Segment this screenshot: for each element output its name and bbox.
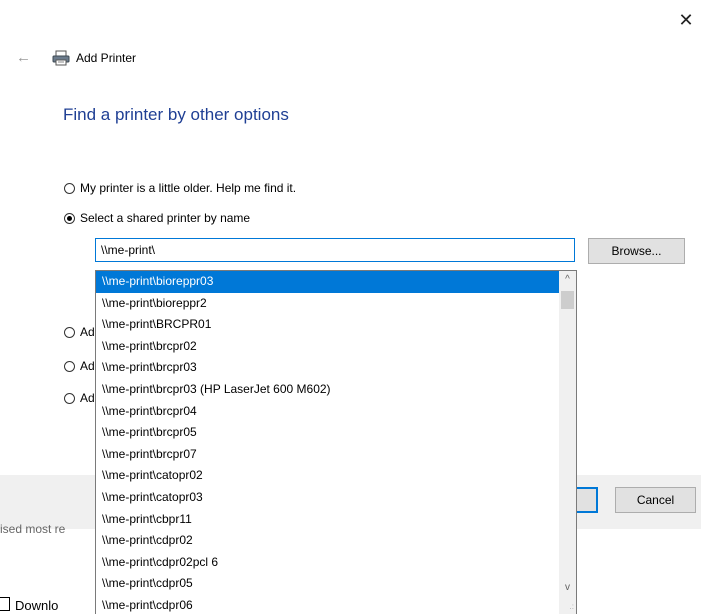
scrollbar-thumb[interactable] — [561, 291, 574, 309]
radio-button[interactable] — [64, 360, 75, 372]
cancel-button[interactable]: Cancel — [615, 487, 696, 513]
suggestions-list: \\me-print\bioreppr03 \\me-print\biorepp… — [96, 271, 560, 614]
page-heading: Find a printer by other options — [63, 105, 289, 124]
suggestion-item[interactable]: \\me-print\cdpr02 — [96, 530, 560, 552]
option-shared-printer[interactable]: Select a shared printer by name — [64, 210, 250, 226]
suggestion-item[interactable]: \\me-print\brcpr02 — [96, 336, 560, 358]
option-older-printer[interactable]: My printer is a little older. Help me fi… — [64, 180, 296, 196]
suggestion-item[interactable]: \\me-print\cdpr06 — [96, 595, 560, 614]
browse-button[interactable]: Browse... — [588, 238, 685, 264]
suggestion-item[interactable]: \\me-print\brcpr03 (HP LaserJet 600 M602… — [96, 379, 560, 401]
option-label: Select a shared printer by name — [80, 211, 251, 225]
suggestion-item[interactable]: \\me-print\bioreppr2 — [96, 293, 560, 315]
suggestion-item[interactable]: \\me-print\cdpr05 — [96, 573, 560, 595]
window-title: Add Printer — [76, 51, 137, 65]
radio-button[interactable] — [64, 392, 75, 404]
scroll-up-icon[interactable]: ^ — [559, 271, 576, 288]
background-used-text: ised most re — [0, 522, 66, 536]
suggestion-item[interactable]: \\me-print\brcpr07 — [96, 444, 560, 466]
option-label: My printer is a little older. Help me fi… — [80, 181, 297, 195]
resize-grip-icon[interactable]: .: — [562, 601, 574, 613]
back-arrow-icon[interactable]: ← — [16, 50, 34, 66]
printer-icon — [52, 50, 70, 66]
scroll-down-icon[interactable]: v — [559, 579, 576, 596]
suggestion-item[interactable]: \\me-print\brcpr03 — [96, 357, 560, 379]
suggestion-item[interactable]: \\me-print\cdpr02pcl 6 — [96, 552, 560, 574]
radio-button[interactable] — [64, 326, 75, 338]
suggestion-item[interactable]: \\me-print\brcpr05 — [96, 422, 560, 444]
radio-button-selected[interactable] — [64, 212, 75, 224]
suggestion-item[interactable]: \\me-print\catopr03 — [96, 487, 560, 509]
printer-name-input[interactable] — [95, 238, 575, 262]
suggestion-item[interactable]: \\me-print\catopr02 — [96, 465, 560, 487]
close-icon[interactable]: ✕ — [676, 10, 696, 30]
suggestion-item[interactable]: \\me-print\BRCPR01 — [96, 314, 560, 336]
suggestion-item-selected[interactable]: \\me-print\bioreppr03 — [96, 271, 560, 293]
background-download-text: Downlo — [15, 598, 59, 613]
radio-button[interactable] — [64, 182, 75, 194]
suggestion-item[interactable]: \\me-print\brcpr04 — [96, 401, 560, 423]
dropdown-scrollbar[interactable]: ^ v .: — [559, 271, 576, 614]
printer-suggestions-dropdown[interactable]: \\me-print\bioreppr03 \\me-print\biorepp… — [95, 270, 577, 614]
background-checkbox[interactable] — [0, 597, 10, 611]
suggestion-item[interactable]: \\me-print\cbpr11 — [96, 509, 560, 531]
